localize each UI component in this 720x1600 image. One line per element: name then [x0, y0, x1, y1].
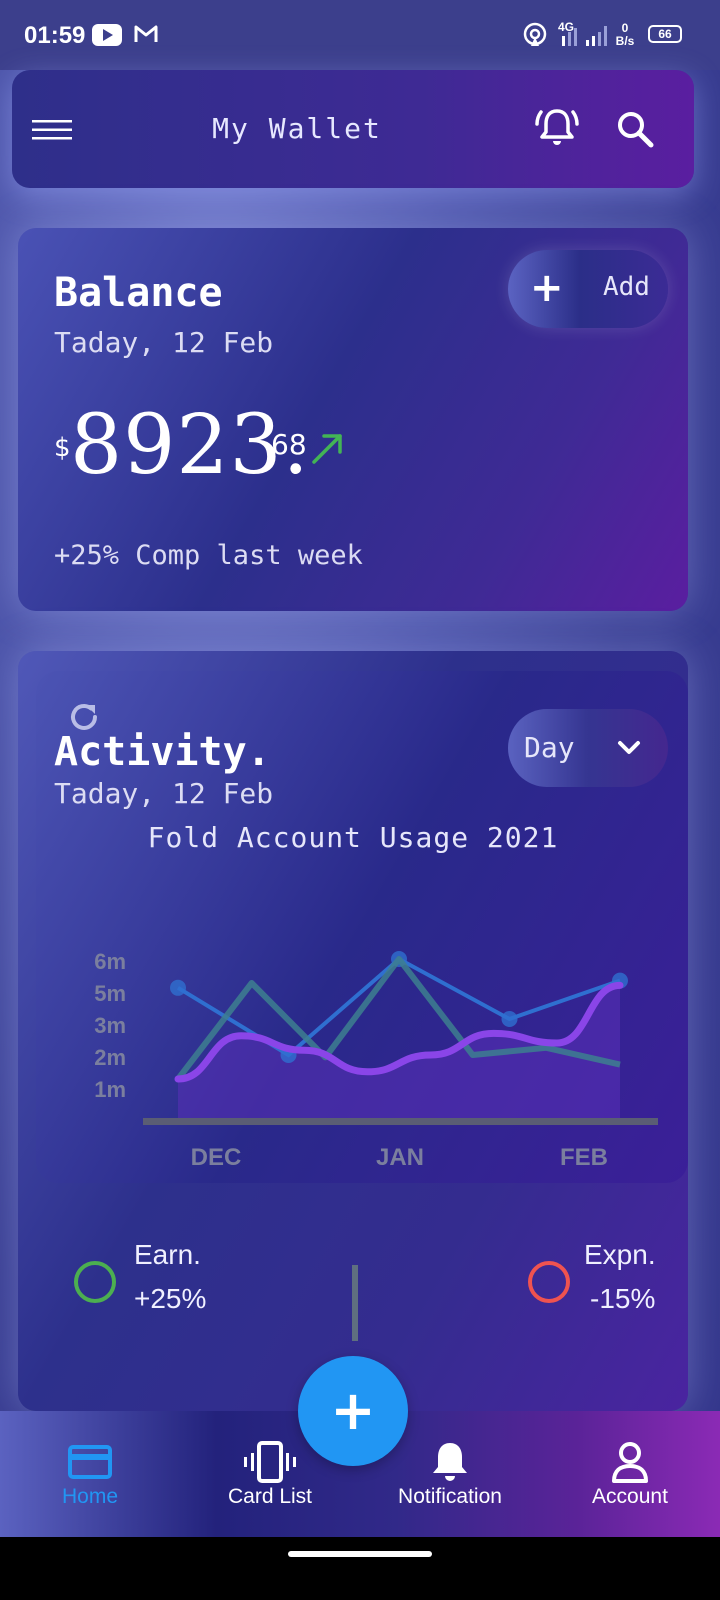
x-tick-label: DEC [191, 1144, 242, 1171]
status-time: 01:59 [24, 22, 86, 49]
battery-icon: 66 [648, 25, 682, 43]
gmail-icon [134, 25, 158, 42]
chart-title: Fold Account Usage 2021 [147, 821, 559, 854]
speed-unit: B/s [615, 34, 635, 48]
y-tick-label: 6m [94, 949, 126, 974]
bell-ring-icon[interactable] [534, 104, 580, 150]
system-navigation-bar [0, 1537, 720, 1600]
earnings-value: +25% [134, 1283, 207, 1314]
signal-icon [586, 26, 607, 46]
activity-card: Activity. Taday, 12 Feb Day Fold Account… [18, 651, 688, 1411]
trend-up-icon [312, 434, 342, 464]
signal-icon [562, 28, 577, 46]
comparison-text: +25% Comp last week [54, 540, 363, 571]
status-bar: 01:59 4G 0 B/s 66 [0, 0, 720, 70]
account-icon [612, 1442, 648, 1483]
y-tick-label: 5m [94, 981, 126, 1006]
x-tick-label: JAN [376, 1144, 424, 1171]
top-app-bar: My Wallet [12, 70, 694, 188]
expenses-label: Expn. [584, 1239, 656, 1270]
earnings-label: Earn. [134, 1239, 201, 1270]
page-title: My Wallet [212, 112, 382, 145]
balance-decimal: 68 [271, 428, 307, 461]
bell-icon [433, 1443, 467, 1481]
hotspot-icon [523, 22, 547, 46]
usage-line-chart: 6m 5m 3m 2m 1m DEC JAN FEB [94, 949, 658, 1171]
y-tick-label: 2m [94, 1045, 126, 1070]
add-fab-button[interactable]: + [298, 1356, 408, 1466]
x-tick-label: FEB [560, 1144, 608, 1171]
add-button[interactable]: + Add [508, 250, 668, 328]
expenses-indicator-icon [528, 1261, 570, 1303]
home-indicator[interactable] [288, 1551, 432, 1557]
y-tick-label: 3m [94, 1013, 126, 1038]
series-point [501, 1011, 518, 1027]
series-point [170, 979, 186, 996]
plus-icon: + [530, 265, 564, 311]
currency-symbol: $ [54, 433, 71, 463]
youtube-icon [92, 24, 122, 46]
search-icon[interactable] [614, 108, 656, 150]
balance-date: Taday, 12 Feb [54, 326, 274, 359]
add-label: Add [603, 272, 650, 302]
x-axis-line [143, 1118, 658, 1125]
phone-vibrate-icon [244, 1441, 296, 1483]
nav-label-home: Home [61, 1485, 119, 1508]
network-speed: 0 B/s [614, 22, 636, 48]
nav-label-account: Account [592, 1485, 668, 1508]
plus-icon: + [330, 1379, 376, 1442]
divider [352, 1265, 358, 1341]
expenses-value: -15% [590, 1283, 656, 1314]
credit-card-icon [68, 1445, 112, 1479]
earnings-indicator-icon [74, 1261, 116, 1303]
period-dropdown[interactable]: Day [508, 709, 668, 787]
balance-title: Balance [54, 270, 223, 316]
nav-label-card-list: Card List [227, 1485, 313, 1508]
balance-card: Balance Taday, 12 Feb + Add $ 8923. 68 +… [18, 228, 688, 611]
chevron-down-icon [618, 741, 640, 754]
activity-title: Activity. [54, 729, 271, 775]
y-tick-label: 1m [94, 1077, 126, 1102]
period-label: Day [524, 731, 575, 764]
nav-item-home[interactable]: Home [0, 1411, 180, 1537]
nav-item-account[interactable]: Account [540, 1411, 720, 1537]
activity-date: Taday, 12 Feb [54, 777, 274, 810]
nav-label-notification: Notification [398, 1485, 502, 1508]
